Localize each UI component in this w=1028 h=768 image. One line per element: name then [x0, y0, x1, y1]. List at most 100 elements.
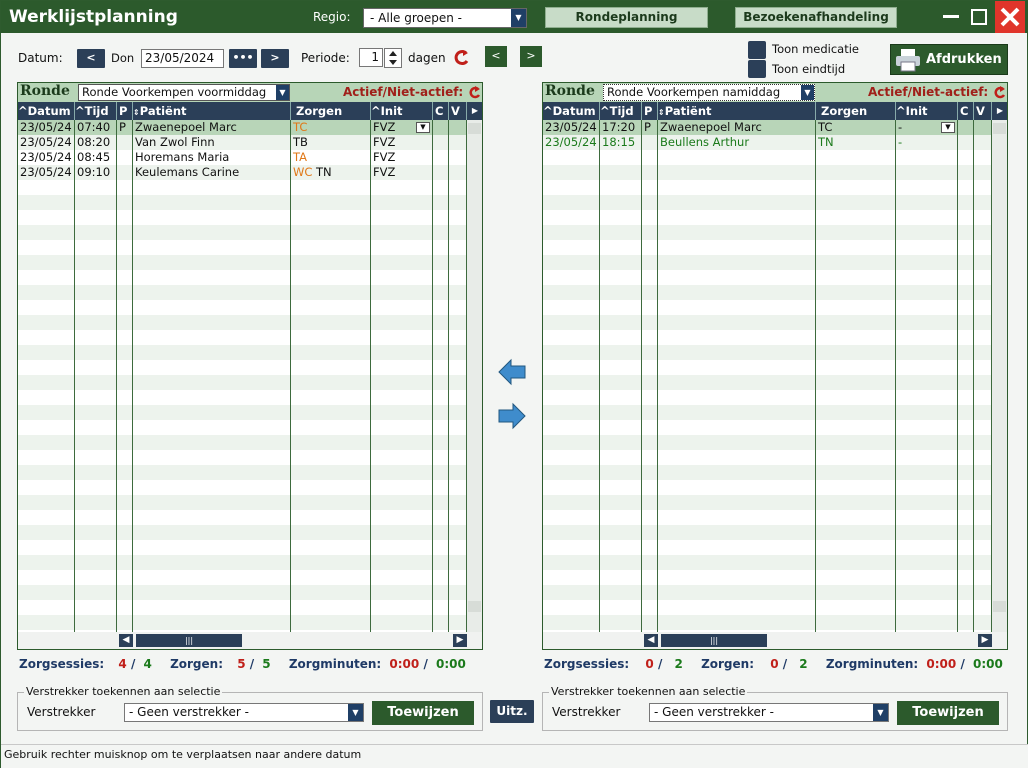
tab-bezoekenafhandeling[interactable]: Bezoekenafhandeling [735, 7, 897, 28]
right-verstrekker-legend: Verstrekker toekennen aan selectie [549, 685, 748, 698]
col-patient-label: Patiënt [664, 104, 712, 118]
chevron-down-icon[interactable]: ▼ [511, 9, 526, 27]
col-tijd[interactable]: ^Tijd [75, 102, 117, 120]
col-zorgen[interactable]: Zorgen [816, 102, 896, 120]
col-tijd[interactable]: ^Tijd [600, 102, 642, 120]
empty-row [18, 375, 467, 390]
left-ronde-select[interactable]: Ronde Voorkempen voormiddag ▼ [78, 84, 290, 101]
refresh-icon[interactable] [993, 85, 1007, 100]
empty-row [18, 540, 467, 555]
right-toewijzen-button[interactable]: Toewijzen [897, 701, 999, 725]
chevron-down-icon[interactable]: ▼ [348, 704, 363, 721]
col-init[interactable]: ^Init [371, 102, 433, 120]
empty-row [543, 300, 992, 315]
uitz-button[interactable]: Uitz. [490, 700, 534, 723]
scroll-down-icon[interactable] [993, 601, 1006, 612]
left-verstrekker-legend: Verstrekker toekennen aan selectie [24, 685, 223, 698]
empty-row [18, 480, 467, 495]
left-ronde-panel: Ronde Ronde Voorkempen voormiddag ▼ Acti… [17, 82, 483, 650]
col-v[interactable]: V [449, 102, 467, 120]
green-next-button[interactable]: > [520, 46, 542, 67]
minimize-icon[interactable] [937, 1, 965, 33]
scroll-left-icon[interactable]: ◀ [119, 634, 133, 647]
close-icon[interactable] [995, 1, 1025, 33]
left-horizontal-scrollbar[interactable]: ◀ ||| ▶ [18, 632, 482, 649]
empty-row [18, 420, 467, 435]
maximize-icon[interactable] [965, 1, 993, 33]
next-date-button[interactable]: > [261, 49, 289, 68]
periode-stepper[interactable] [384, 48, 402, 68]
col-c[interactable]: C [433, 102, 449, 120]
left-verstrekker-label: Verstrekker [27, 705, 96, 719]
refresh-icon[interactable] [468, 85, 482, 100]
scroll-right-icon[interactable]: ▶ [453, 634, 467, 647]
empty-row [543, 240, 992, 255]
col-zorgen[interactable]: Zorgen [291, 102, 371, 120]
date-picker-button[interactable]: ••• [229, 49, 257, 68]
scroll-up-icon[interactable] [993, 123, 1006, 134]
right-vertical-scrollbar[interactable] [992, 120, 1007, 634]
col-p[interactable]: P [117, 102, 133, 120]
right-horizontal-scrollbar[interactable]: ◀ ||| ▶ [543, 632, 1007, 649]
col-datum[interactable]: ^Datum [543, 102, 600, 120]
column-divider [641, 120, 642, 634]
stepper-down-icon[interactable] [389, 60, 397, 65]
scroll-left-icon[interactable]: ◀ [644, 634, 658, 647]
cell-tijd: 07:40 [77, 120, 111, 134]
col-init-label: Init [905, 104, 928, 118]
col-v[interactable]: V [974, 102, 992, 120]
zorgsessies-value-a: 4 [118, 657, 127, 671]
cell-init: FVZ [373, 135, 396, 149]
sort-icon: ^ [75, 104, 85, 118]
toon-eindtijd-label: Toon eindtijd [772, 62, 846, 76]
prev-date-button[interactable]: < [77, 49, 105, 68]
empty-row [18, 360, 467, 375]
cell-z1: TC [818, 120, 833, 134]
right-verstrekker-select[interactable]: - Geen verstrekker - ▼ [649, 703, 889, 722]
toon-eindtijd-checkbox[interactable] [748, 60, 766, 78]
scroll-right-icon[interactable]: ▶ [992, 102, 1008, 120]
left-verstrekker-select[interactable]: - Geen verstrekker - ▼ [124, 703, 364, 722]
scroll-right-icon[interactable]: ▶ [467, 102, 483, 120]
print-button[interactable]: Afdrukken [890, 44, 1008, 75]
left-verstrekker-value: - Geen verstrekker - [129, 705, 249, 719]
toon-medicatie-label: Toon medicatie [772, 42, 860, 56]
chevron-down-icon[interactable]: ▼ [416, 122, 430, 133]
cell-datum: 23/05/24 [20, 165, 72, 179]
col-patient[interactable]: ⇕Patiënt [658, 102, 816, 120]
chevron-down-icon[interactable]: ▼ [801, 85, 814, 100]
column-divider [599, 120, 600, 634]
scroll-down-icon[interactable] [468, 601, 481, 612]
scroll-thumb[interactable]: ||| [136, 634, 242, 647]
empty-row [543, 180, 992, 195]
col-patient[interactable]: ⇕Patiënt [133, 102, 291, 120]
toon-medicatie-checkbox[interactable] [748, 41, 766, 59]
periode-input[interactable]: 1 [359, 48, 383, 67]
arrow-right-icon[interactable] [498, 402, 526, 430]
col-datum[interactable]: ^Datum [18, 102, 75, 120]
arrow-left-icon[interactable] [498, 358, 526, 386]
right-ronde-select[interactable]: Ronde Voorkempen namiddag ▼ [603, 84, 815, 101]
scroll-right-icon[interactable]: ▶ [978, 634, 992, 647]
scroll-up-icon[interactable] [468, 123, 481, 134]
col-c[interactable]: C [958, 102, 974, 120]
title-bar: Werklijstplanning Regio: - Alle groepen … [1, 1, 1028, 33]
tab-rondeplanning[interactable]: Rondeplanning [545, 7, 708, 28]
periode-label: Periode: [301, 51, 350, 65]
regio-select[interactable]: - Alle groepen - ▼ [363, 8, 527, 28]
date-input[interactable]: 23/05/2024 [141, 49, 224, 68]
left-toewijzen-button[interactable]: Toewijzen [372, 701, 474, 725]
chevron-down-icon[interactable]: ▼ [276, 85, 289, 100]
chevron-down-icon[interactable]: ▼ [941, 122, 955, 133]
sort-icon: ^ [543, 104, 553, 118]
refresh-icon[interactable] [453, 48, 471, 68]
green-prev-button[interactable]: < [485, 46, 507, 67]
col-init[interactable]: ^Init [896, 102, 958, 120]
scroll-thumb[interactable]: ||| [661, 634, 767, 647]
sort-icon: ^ [896, 104, 906, 118]
col-p[interactable]: P [642, 102, 658, 120]
cell-init: FVZ [373, 150, 396, 164]
left-vertical-scrollbar[interactable] [467, 120, 482, 634]
chevron-down-icon[interactable]: ▼ [873, 704, 888, 721]
stepper-up-icon[interactable] [389, 51, 397, 56]
